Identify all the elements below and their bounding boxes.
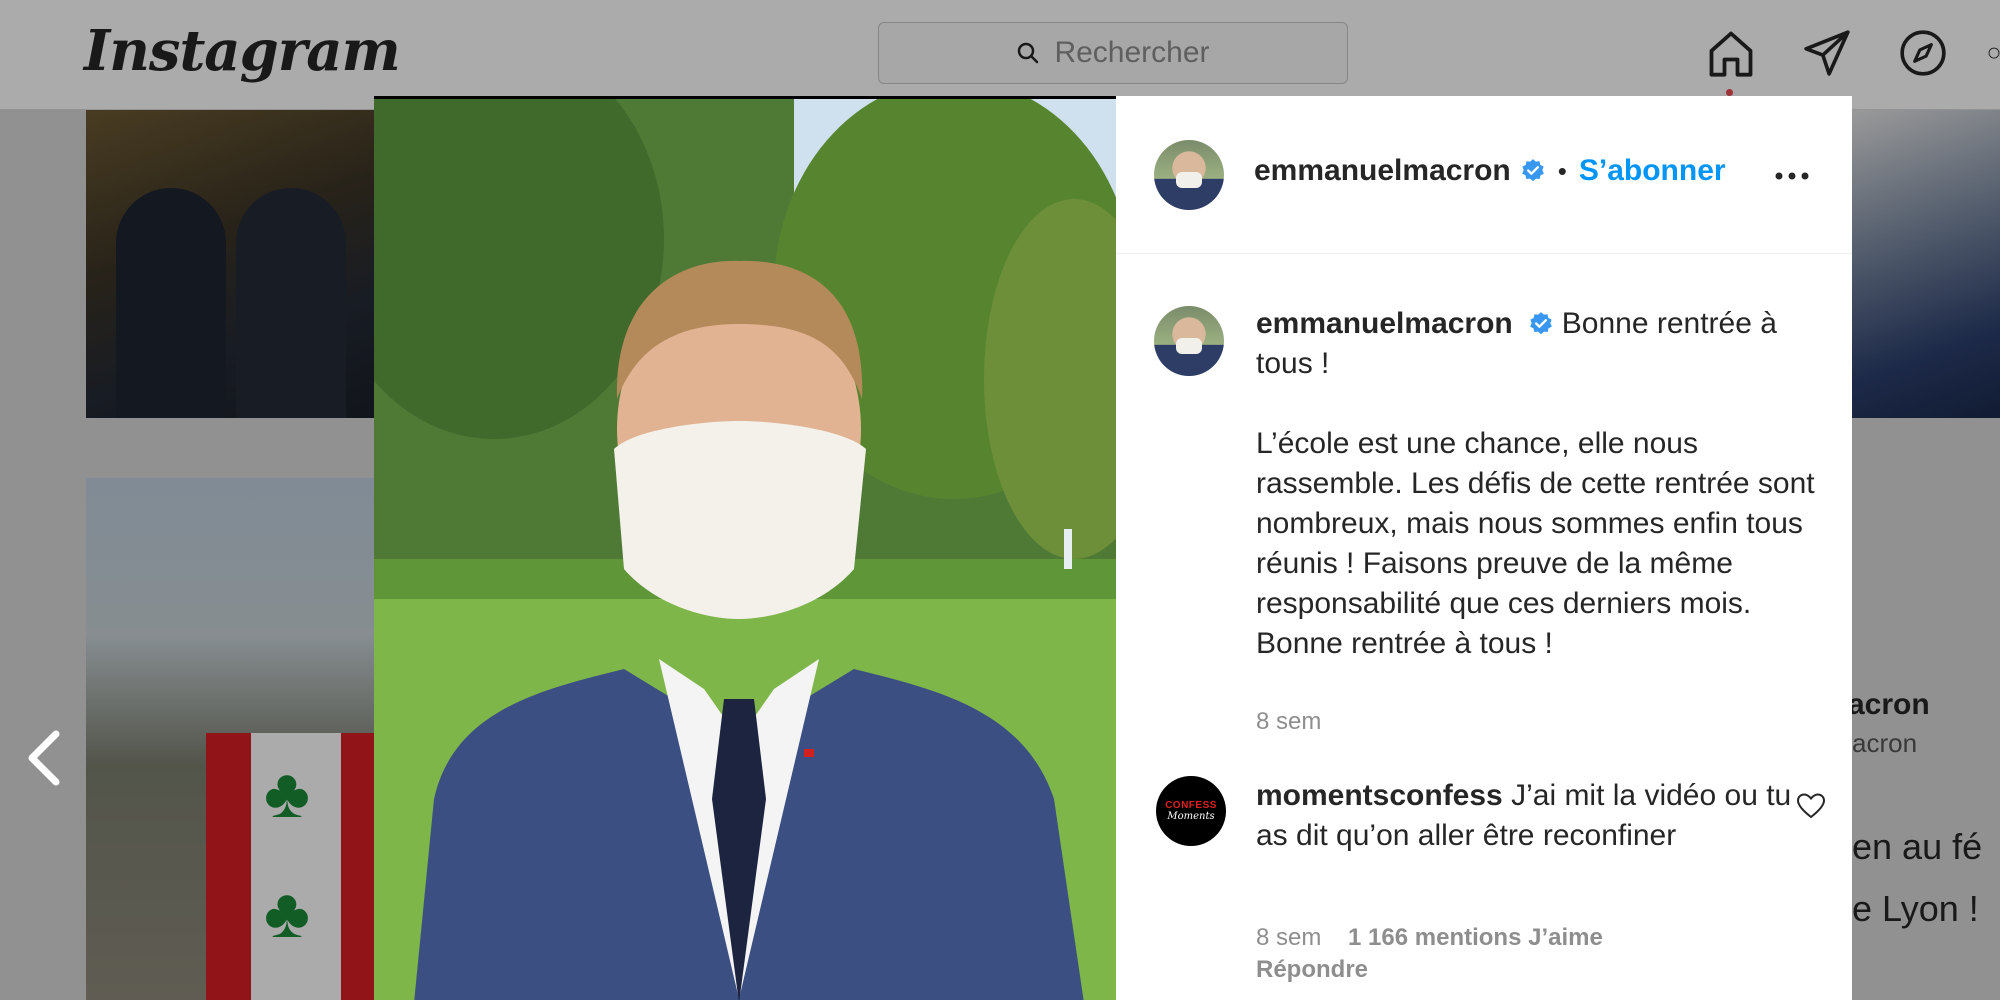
comment-item: momentsconfess J’ai mit la vidéo ou tu a… bbox=[1256, 776, 1796, 856]
comment-meta: 8 sem 1 166 mentions J’aime Répondre bbox=[1256, 922, 1603, 986]
comment-like-count[interactable]: 1 166 mentions J’aime bbox=[1348, 924, 1603, 951]
avatar-text: CONFESS bbox=[1165, 800, 1217, 811]
like-comment-heart-icon[interactable] bbox=[1796, 792, 1826, 820]
author-username[interactable]: emmanuelmacron bbox=[1254, 154, 1511, 188]
post-author: emmanuelmacron • S’abonner bbox=[1254, 154, 1726, 188]
comment-author[interactable]: momentsconfess bbox=[1256, 779, 1503, 812]
post-details-panel: emmanuelmacron • S’abonner emmanuelmacro… bbox=[1116, 96, 1852, 1000]
comment-avatar[interactable]: CONFESS Moments bbox=[1156, 776, 1226, 846]
avatar-text: Moments bbox=[1167, 811, 1215, 822]
comment-timestamp: 8 sem bbox=[1256, 924, 1322, 951]
verified-badge-icon bbox=[1529, 312, 1552, 335]
post-header: emmanuelmacron • S’abonner bbox=[1116, 96, 1852, 254]
post-timestamp: 8 sem bbox=[1256, 708, 1322, 735]
separator-dot: • bbox=[1557, 155, 1567, 186]
follow-button[interactable]: S’abonner bbox=[1579, 154, 1726, 188]
post-caption: emmanuelmacron Bonne rentrée à tous ! L’… bbox=[1256, 304, 1826, 742]
post-video[interactable] bbox=[374, 96, 1116, 1000]
verified-badge-icon bbox=[1521, 159, 1544, 182]
post-modal: emmanuelmacron • S’abonner emmanuelmacro… bbox=[374, 96, 1852, 1000]
more-options-icon[interactable] bbox=[1772, 166, 1812, 186]
reply-button[interactable]: Répondre bbox=[1256, 956, 1368, 983]
previous-post-arrow-icon[interactable] bbox=[20, 728, 68, 788]
caption-body: L’école est une chance, elle nous rassem… bbox=[1256, 427, 1815, 660]
caption-author[interactable]: emmanuelmacron bbox=[1256, 307, 1513, 340]
post-image bbox=[374, 99, 1116, 1000]
avatar[interactable] bbox=[1154, 306, 1224, 376]
avatar[interactable] bbox=[1154, 140, 1224, 210]
